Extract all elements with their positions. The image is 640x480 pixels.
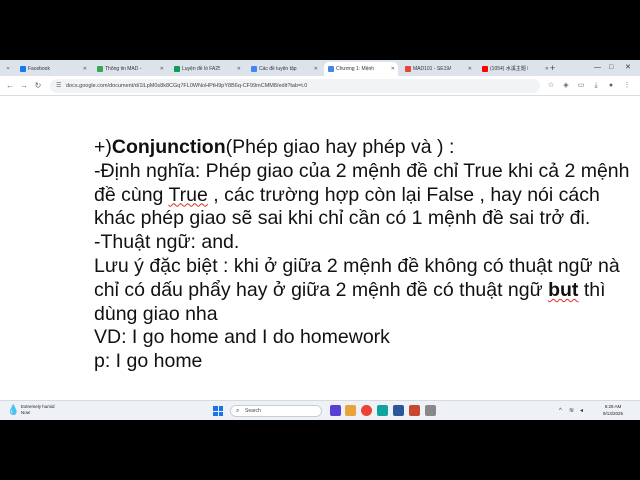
taskbar-search[interactable]: ⌕ Search: [230, 405, 322, 417]
tab-close-icon[interactable]: ✕: [545, 62, 549, 76]
tab-label: Các đề luyện tập cố...: [259, 66, 297, 72]
minimize-icon[interactable]: —: [594, 62, 601, 74]
browser-toolbar: ← → ↻ ☰ docs.google.com/document/d/1lLpM…: [0, 76, 640, 96]
tab-favicon-icon: [482, 66, 488, 72]
cast-icon[interactable]: ▭: [576, 80, 586, 92]
text-run: Lưu ý đặc biệt : khi ở giữa 2 mệnh đề kh…: [94, 254, 620, 277]
app-icon[interactable]: [425, 405, 436, 416]
extension-icon[interactable]: ◈: [561, 80, 571, 92]
tab-search-icon[interactable]: ⌄: [3, 63, 13, 73]
maximize-icon[interactable]: □: [609, 62, 613, 74]
text-run: thì: [578, 278, 606, 301]
document-line[interactable]: -Thuật ngữ: and.: [94, 231, 640, 255]
task-view-icon[interactable]: [330, 405, 341, 416]
document-line[interactable]: dùng giao nha: [94, 303, 640, 327]
url-text: docs.google.com/document/d/1lLpM0s8k8CGq…: [66, 83, 308, 89]
text-run: p: I go home: [94, 350, 203, 373]
document-line[interactable]: +)Conjunction(Phép giao hay phép và ) :: [94, 136, 640, 160]
show-hidden-icons-icon[interactable]: ^: [559, 405, 562, 417]
browser-tab[interactable]: Chương 1: Mệnh đề -... ✕: [324, 62, 398, 76]
tab-close-icon[interactable]: ✕: [468, 62, 472, 76]
text-run: (Phép giao hay phép và ) :: [225, 136, 455, 158]
start-windows-icon[interactable]: [213, 406, 223, 416]
tab-label: MAD101 - SE19A -...: [413, 66, 451, 72]
tab-label: (1054) 水溪主题 Ker...: [490, 66, 528, 72]
site-info-icon[interactable]: ☰: [56, 81, 61, 91]
chrome-icon[interactable]: [361, 405, 372, 416]
text-run: +): [94, 136, 112, 158]
tab-favicon-icon: [20, 66, 26, 72]
file-explorer-icon[interactable]: [345, 405, 356, 416]
document-line[interactable]: -Định nghĩa: Phép giao của 2 mệnh đề chỉ…: [94, 160, 640, 184]
desktop-screen: ⌄ Facebook✕Thông tin MAD - Gi...✕Luyện đ…: [0, 60, 640, 420]
browser-tab[interactable]: Các đề luyện tập cố... ✕: [247, 62, 321, 76]
text-run: chỉ có dấu phẩy hay ở giữa 2 mệnh đề có …: [94, 278, 549, 301]
letterbox-top: [0, 0, 640, 60]
tab-strip: ⌄ Facebook✕Thông tin MAD - Gi...✕Luyện đ…: [0, 60, 640, 76]
wifi-icon[interactable]: ≋: [569, 405, 574, 417]
word-icon[interactable]: [393, 405, 404, 416]
tab-close-icon[interactable]: ✕: [237, 62, 241, 76]
clock-date: 9/13/2025: [602, 410, 624, 416]
tab-label: Facebook: [28, 66, 50, 72]
text-run: dùng giao nha: [94, 302, 218, 325]
letterbox-bottom: [0, 420, 640, 480]
document-canvas[interactable]: +)Conjunction(Phép giao hay phép và ) :-…: [0, 97, 640, 400]
address-bar[interactable]: ☰ docs.google.com/document/d/1lLpM0s8k8C…: [50, 79, 540, 93]
tab-close-icon[interactable]: ✕: [314, 62, 318, 76]
text-run: khác phép giao sẽ sai khi chỉ cần có 1 m…: [94, 207, 591, 230]
store-icon[interactable]: [409, 405, 420, 416]
text-run: -Thuật ngữ: and.: [94, 231, 240, 254]
menu-kebab-icon[interactable]: ⋮: [622, 80, 632, 92]
tab-label: Chương 1: Mệnh đề -...: [336, 66, 374, 72]
tab-favicon-icon: [328, 66, 334, 72]
text-run: True: [168, 183, 208, 206]
tab-close-icon[interactable]: ✕: [391, 62, 395, 76]
document-line[interactable]: khác phép giao sẽ sai khi chỉ cần có 1 m…: [94, 207, 640, 231]
taskbar-clock[interactable]: 6:29 AM 9/13/2025: [596, 404, 630, 417]
browser-tab[interactable]: MAD101 - SE19A -... ✕: [401, 62, 475, 76]
tab-favicon-icon: [405, 66, 411, 72]
browser-tab[interactable]: Luyện đề lò FA25 -... ✕: [170, 62, 244, 76]
tab-close-icon[interactable]: ✕: [83, 62, 87, 76]
new-tab-button[interactable]: +: [550, 62, 555, 74]
text-run: Conjunction: [111, 136, 226, 158]
text-run: đề cùng: [94, 183, 169, 206]
document-line[interactable]: p: I go home: [94, 350, 640, 374]
text-run: , các trường hợp còn lại False , hay nói…: [207, 183, 600, 206]
downloads-icon[interactable]: ⤓: [591, 80, 601, 92]
search-icon: ⌕: [236, 408, 240, 414]
reload-icon[interactable]: ↻: [33, 80, 43, 92]
profile-avatar-icon[interactable]: ●: [606, 80, 616, 92]
tab-favicon-icon: [97, 66, 103, 72]
edge-icon[interactable]: [377, 405, 388, 416]
tab-label: Luyện đề lò FA25 -...: [182, 66, 220, 72]
text-run: VD: I go home and I do homework: [94, 326, 390, 349]
text-run: -Định nghĩa: Phép giao của 2 mệnh đề chỉ…: [94, 159, 630, 182]
browser-tab[interactable]: Thông tin MAD - Gi... ✕: [93, 62, 167, 76]
tab-close-icon[interactable]: ✕: [160, 62, 164, 76]
close-window-icon[interactable]: ✕: [625, 62, 631, 74]
back-icon[interactable]: ←: [5, 80, 15, 92]
search-placeholder: Search: [245, 408, 261, 414]
weather-icon[interactable]: 💧: [7, 405, 19, 417]
document-line[interactable]: đề cùng True , các trường hợp còn lại Fa…: [94, 184, 640, 208]
text-run: but: [548, 278, 579, 301]
tab-favicon-icon: [251, 66, 257, 72]
document-body[interactable]: +)Conjunction(Phép giao hay phép và ) :-…: [94, 136, 640, 374]
tab-favicon-icon: [174, 66, 180, 72]
volume-icon[interactable]: ◂: [580, 405, 583, 417]
document-line[interactable]: chỉ có dấu phẩy hay ở giữa 2 mệnh đề có …: [94, 279, 640, 303]
document-line[interactable]: VD: I go home and I do homework: [94, 326, 640, 350]
browser-tab[interactable]: (1054) 水溪主题 Ker... ✕: [478, 62, 552, 76]
windows-taskbar: 💧 Extremely humid Now ⌕ Search ^ ≋ ◂ 6:2…: [0, 400, 640, 420]
browser-tab[interactable]: Facebook ✕: [16, 62, 90, 76]
bookmark-star-icon[interactable]: ☆: [546, 80, 556, 92]
tab-label: Thông tin MAD - Gi...: [105, 66, 143, 72]
forward-icon[interactable]: →: [19, 80, 29, 92]
weather-widget[interactable]: Extremely humid Now: [21, 404, 55, 416]
weather-subtitle: Now: [21, 410, 31, 415]
document-line[interactable]: Lưu ý đặc biệt : khi ở giữa 2 mệnh đề kh…: [94, 255, 640, 279]
